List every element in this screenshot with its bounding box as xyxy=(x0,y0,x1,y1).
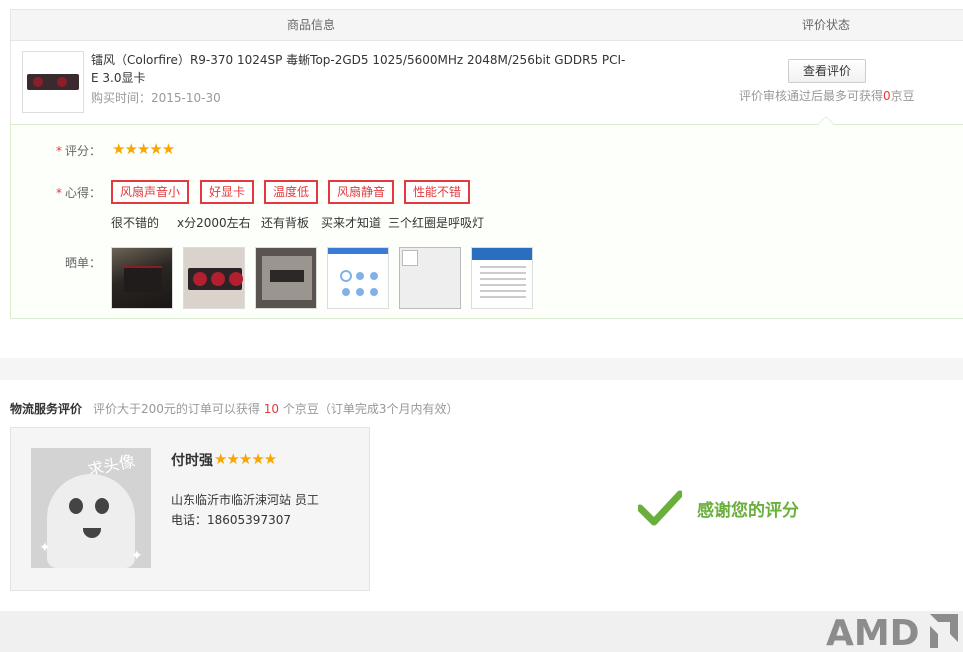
photos-label: 晒单： xyxy=(64,256,101,270)
thanks-message: 感谢您的评分 xyxy=(697,501,799,521)
header-product-info: 商品信息 xyxy=(286,18,335,32)
review-text-5: 三个红圈是呼吸灯 xyxy=(388,216,485,230)
tag-quiet-fan[interactable]: 风扇声音小 xyxy=(111,180,189,204)
tag-good-performance[interactable]: 性能不错 xyxy=(404,180,470,204)
reward-note: 评价审核通过后最多可获得0京豆 xyxy=(739,89,915,103)
tag-silent-fan[interactable]: 风扇静音 xyxy=(328,180,394,204)
header-eval-status: 评价状态 xyxy=(801,18,850,32)
review-text-3: 还有背板 xyxy=(261,216,310,230)
review-photo-3[interactable] xyxy=(255,247,317,309)
review-photo-4[interactable] xyxy=(327,247,389,309)
score-label: * 评分： xyxy=(55,144,101,158)
section-divider xyxy=(0,358,963,380)
review-text-2: x分2000左右 xyxy=(177,216,251,230)
evaluation-panel: * 评分： ★★★★★ * 心得： 风扇声音小 好显卡 温度低 风扇静音 性能不错 … xyxy=(10,116,963,319)
purchase-time: 购买时间：2015-10-30 xyxy=(91,91,221,105)
sparkle-icon: ✦ xyxy=(131,548,143,564)
product-row: 镭风（Colorfire）R9-370 1024SP 毒蜥Top-2GD5 10… xyxy=(10,41,963,124)
courier-stars[interactable]: ★★★★★ xyxy=(214,450,277,468)
courier-phone: 电话：18605397307 xyxy=(171,513,291,527)
table-header: 商品信息 评价状态 xyxy=(10,9,963,41)
review-text-1: 很不错的 xyxy=(111,216,160,230)
tag-low-temp[interactable]: 温度低 xyxy=(264,180,318,204)
review-photo-2[interactable] xyxy=(183,247,245,309)
review-photo-5-broken[interactable] xyxy=(399,247,461,309)
svg-text:AMD: AMD xyxy=(826,613,920,650)
score-stars[interactable]: ★★★★★ xyxy=(112,141,175,157)
product-thumbnail[interactable] xyxy=(22,51,84,113)
experience-label: * 心得： xyxy=(55,186,101,200)
tag-good-card[interactable]: 好显卡 xyxy=(200,180,254,204)
checkmark-icon xyxy=(638,490,682,526)
view-evaluation-button[interactable]: 查看评价 xyxy=(788,59,866,83)
logistics-note: 评价大于200元的订单可以获得 10 个京豆（订单完成3个月内有效） xyxy=(93,402,459,416)
product-name-link[interactable]: 镭风（Colorfire）R9-370 1024SP 毒蜥Top-2GD5 10… xyxy=(91,51,631,87)
courier-avatar: 求头像 ✦ ✦ xyxy=(31,448,151,568)
logistics-title: 物流服务评价 xyxy=(10,402,83,416)
courier-name: 付时强 xyxy=(171,453,213,469)
courier-card: 求头像 ✦ ✦ 付时强 ★★★★★ 山东临沂市临沂涑河站 员工 电话：18605… xyxy=(10,427,370,591)
sparkle-icon: ✦ xyxy=(39,540,51,556)
review-text-4: 买来才知道 xyxy=(321,216,382,230)
review-photo-6[interactable] xyxy=(471,247,533,309)
amd-watermark-logo: AMD xyxy=(826,613,958,650)
courier-address: 山东临沂市临沂涑河站 员工 xyxy=(171,493,319,507)
review-photo-1[interactable] xyxy=(111,247,173,309)
bottom-band xyxy=(0,611,963,652)
